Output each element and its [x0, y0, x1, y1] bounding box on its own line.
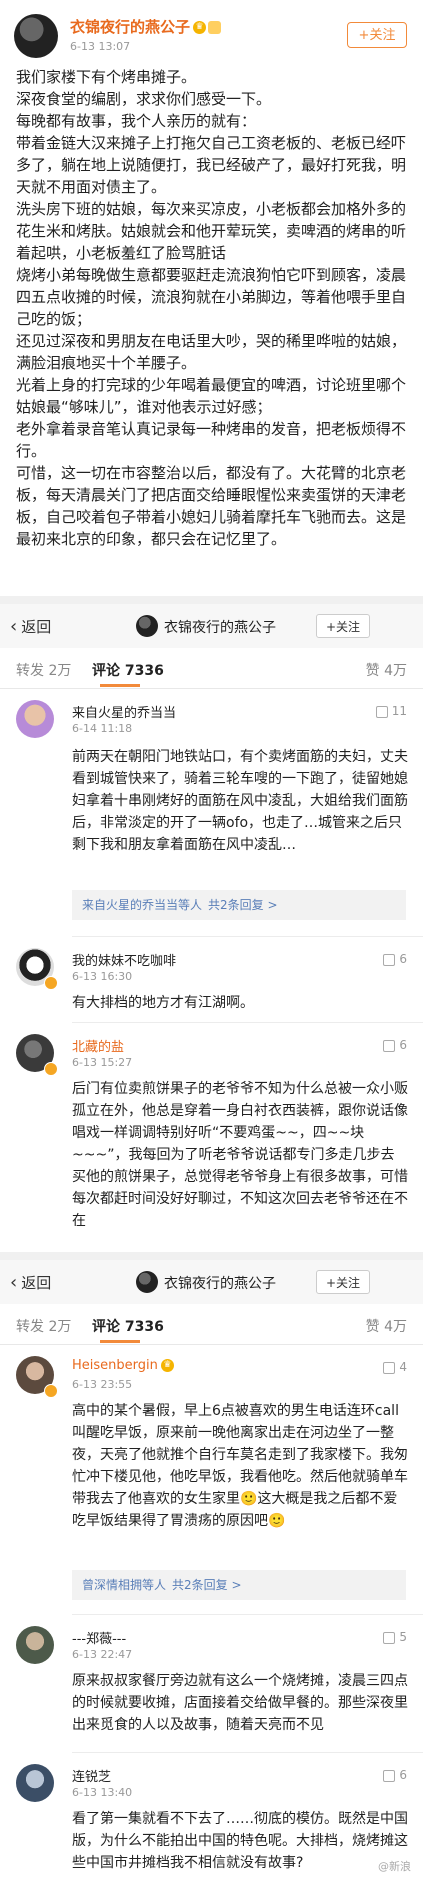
- comment-like-button[interactable]: 6: [383, 1768, 407, 1782]
- comment-time: 6-14 11:18: [72, 722, 133, 735]
- comment-item: 来自火星的乔当当 6-14 11:18 11 前两天在朝阳门地铁站口，有个卖烤面…: [0, 696, 423, 932]
- comment-like-button[interactable]: 5: [383, 1630, 407, 1644]
- post-paragraph: 我们家楼下有个烤串摊子。: [16, 68, 197, 86]
- thumbs-up-icon: [375, 705, 388, 718]
- post-paragraph: 带着金链大汉来摊子上打拖欠自己工资老板的、老板已经吓多了，躺在地上说随便打，我已…: [16, 134, 407, 196]
- post-paragraph: 还见过深夜和男朋友在电话里大吵，哭的稀里哗啦的姑娘，满脸泪痕地买十个羊腰子。: [16, 332, 407, 372]
- commenter-name[interactable]: 我的妹妹不吃咖啡: [72, 950, 176, 969]
- nav-follow-button[interactable]: +关注: [316, 1270, 370, 1294]
- thumbs-up-icon: [383, 1631, 396, 1644]
- thumbs-up-icon: [383, 953, 396, 966]
- commenter-name[interactable]: 来自火星的乔当当: [72, 702, 176, 721]
- tab-active-indicator: [100, 684, 140, 687]
- comment-text: 前两天在朝阳门地铁站口，有个卖烤面筋的夫妇，丈夫看到城管快来了，骑着三轮车嗖的一…: [72, 749, 408, 853]
- comment-text: 有大排档的地方才有江湖啊。: [72, 995, 254, 1011]
- nav-bar: ‹ 返回 衣锦夜行的燕公子 +关注: [0, 604, 423, 649]
- post-paragraph: 可惜，这一切在市容整治以后，都没有了。大花臂的北京老板，每天清晨关门了把店面交给…: [16, 464, 407, 548]
- comment-item: 连锐芝 6-13 13:40 6 看了第一集就看不下去了……彻底的模仿。既然是中…: [0, 1760, 423, 1880]
- nav-title: 衣锦夜行的燕公子: [164, 1276, 276, 1292]
- tab-active-indicator: [100, 1340, 140, 1343]
- chevron-left-icon: ‹: [10, 1272, 18, 1293]
- follow-button[interactable]: +关注: [347, 22, 407, 48]
- thumbs-up-icon: [383, 1361, 396, 1374]
- tabs-row: 转发 2万 评论 7336 赞 4万: [0, 648, 423, 689]
- member-badge-icon: [208, 21, 222, 34]
- commenter-name[interactable]: 北藏的盐: [72, 1036, 124, 1055]
- commenter-name[interactable]: ---郑薇---: [72, 1628, 126, 1647]
- post-header: 衣锦夜行的燕公子 ♛ 6-13 13:07 +关注: [0, 0, 423, 62]
- commenter-name[interactable]: 连锐芝: [72, 1766, 111, 1785]
- post-paragraph: 洗头房下班的姑娘，每次来买凉皮，小老板都会加格外多的花生米和烤肤。姑娘就会和他开…: [16, 200, 407, 262]
- nav-avatar[interactable]: [136, 1271, 158, 1293]
- thumbs-up-icon: [383, 1039, 396, 1052]
- post-time: 6-13 13:07: [70, 40, 131, 53]
- chevron-left-icon: ‹: [10, 616, 18, 637]
- tab-repost[interactable]: 转发 2万: [16, 1316, 71, 1336]
- comment-item: Heisenbergin ♛ 6-13 23:55 4 高中的某个暑假，早上6点被…: [0, 1352, 423, 1604]
- tab-likes[interactable]: 赞 4万: [366, 660, 407, 680]
- nav-avatar[interactable]: [136, 615, 158, 637]
- comment-item: ---郑薇--- 6-13 22:47 5 原来叔叔家餐厅旁边就有这么一个烧烤摊…: [0, 1622, 423, 1754]
- nav-bar: ‹ 返回 衣锦夜行的燕公子 +关注: [0, 1260, 423, 1305]
- crown-badge-icon: ♛: [193, 21, 207, 34]
- commenter-avatar[interactable]: [16, 1626, 54, 1664]
- tab-repost[interactable]: 转发 2万: [16, 660, 71, 680]
- thumbs-up-icon: [383, 1769, 396, 1782]
- comment-time: 6-13 23:55: [72, 1378, 133, 1391]
- commenter-avatar[interactable]: [16, 1764, 54, 1802]
- comment-text: 后门有位卖煎饼果子的老爷爷不知为什么总被一众小贩孤立在外，他总是穿着一身白衬衣西…: [72, 1081, 408, 1229]
- back-button[interactable]: ‹ 返回: [10, 1272, 51, 1293]
- section-separator: [0, 596, 423, 604]
- crown-badge-icon: ♛: [160, 1359, 174, 1372]
- comment-time: 6-13 22:47: [72, 1648, 133, 1661]
- replies-preview[interactable]: 来自火星的乔当当等人 共2条回复 >: [72, 890, 406, 920]
- comment-item: 我的妹妹不吃咖啡 6-13 16:30 6 有大排档的地方才有江湖啊。: [0, 944, 423, 1014]
- comment-divider: [72, 936, 423, 937]
- replies-preview[interactable]: 曾深情相拥等人 共2条回复 >: [72, 1570, 406, 1600]
- comment-time: 6-13 16:30: [72, 970, 133, 983]
- post-paragraph: 深夜食堂的编剧，求求你们感受一下。: [16, 90, 272, 108]
- comment-like-button[interactable]: 6: [383, 1038, 407, 1052]
- post-paragraph: 光着上身的打完球的少年喝着最便宜的啤酒，讨论班里哪个姑娘最“够味儿”，谁对他表示…: [16, 376, 407, 416]
- author-avatar[interactable]: [14, 14, 58, 58]
- nav-follow-button[interactable]: +关注: [316, 614, 370, 638]
- watermark: @新浪: [378, 1860, 411, 1873]
- verified-badge-icon: [44, 976, 58, 990]
- comment-time: 6-13 13:40: [72, 1786, 133, 1799]
- tab-comments[interactable]: 评论 7336: [92, 1316, 164, 1336]
- verified-badge-icon: [44, 1384, 58, 1398]
- post-paragraph: 烧烤小弟每晚做生意都要驱赶走流浪狗怕它吓到顾客，凌晨四五点收摊的时候，流浪狗就在…: [16, 266, 407, 328]
- comment-divider: [72, 1022, 423, 1023]
- post-author[interactable]: 衣锦夜行的燕公子 ♛: [70, 16, 222, 37]
- commenter-avatar[interactable]: [16, 700, 54, 738]
- comment-divider: [72, 1752, 423, 1753]
- comment-text: 高中的某个暑假，早上6点被喜欢的男生电话连环call叫醒吃早饭，原来前一晚他离家…: [72, 1403, 408, 1529]
- tab-likes[interactable]: 赞 4万: [366, 1316, 407, 1336]
- comment-like-button[interactable]: 4: [383, 1360, 407, 1374]
- comment-like-button[interactable]: 11: [375, 704, 407, 718]
- post-paragraph: 每晚都有故事，我个人亲历的就有：: [16, 112, 257, 130]
- comment-divider: [72, 1614, 423, 1615]
- section-separator: [0, 1252, 423, 1260]
- comment-time: 6-13 15:27: [72, 1056, 133, 1069]
- tab-comments[interactable]: 评论 7336: [92, 660, 164, 680]
- tabs-row: 转发 2万 评论 7336 赞 4万: [0, 1304, 423, 1345]
- post-paragraph: 老外拿着录音笔认真记录每一种烤串的发音，把老板烦得不行。: [16, 420, 407, 460]
- commenter-name[interactable]: Heisenbergin ♛: [72, 1358, 174, 1373]
- comment-text: 看了第一集就看不下去了……彻底的模仿。既然是中国版，为什么不能拍出中国的特色呢。…: [72, 1811, 408, 1871]
- back-button[interactable]: ‹ 返回: [10, 616, 51, 637]
- comment-text: 原来叔叔家餐厅旁边就有这么一个烧烤摊，凌晨三四点的时候就要收摊，店面接着交给做早…: [72, 1673, 408, 1733]
- verified-badge-icon: [44, 1062, 58, 1076]
- comment-like-button[interactable]: 6: [383, 952, 407, 966]
- comment-item: 北藏的盐 6-13 15:27 6 后门有位卖煎饼果子的老爷爷不知为什么总被一众…: [0, 1030, 423, 1240]
- post-body: 我们家楼下有个烤串摊子。 深夜食堂的编剧，求求你们感受一下。 每晚都有故事，我个…: [16, 66, 410, 550]
- nav-title: 衣锦夜行的燕公子: [164, 620, 276, 636]
